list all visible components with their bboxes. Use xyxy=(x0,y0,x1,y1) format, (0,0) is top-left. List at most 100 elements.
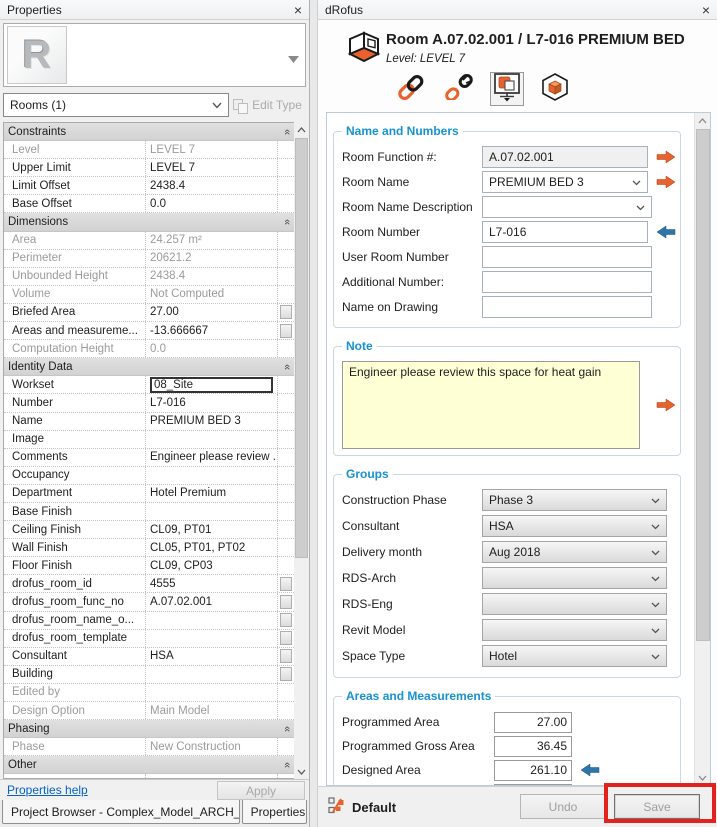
link-button[interactable] xyxy=(394,72,428,106)
tab-project-browser[interactable]: Project Browser - Complex_Model_ARCH_Wi.… xyxy=(2,800,240,824)
property-row: LevelLEVEL 7 xyxy=(4,141,294,159)
property-label: Consultant xyxy=(4,648,146,665)
property-value[interactable]: Hotel Premium xyxy=(146,485,278,502)
associate-parameter-button[interactable] xyxy=(280,324,292,338)
property-value[interactable]: 2438.4 xyxy=(146,177,278,194)
field-dropdown[interactable] xyxy=(482,619,667,641)
associate-parameter-button[interactable] xyxy=(280,613,292,627)
undo-button[interactable]: Undo xyxy=(520,794,606,819)
panel-divider[interactable] xyxy=(311,0,318,827)
property-value[interactable]: 08_Site xyxy=(146,376,278,393)
unlink-button[interactable] xyxy=(442,72,476,106)
property-value[interactable]: CL09, CP03 xyxy=(146,557,278,574)
section-header[interactable]: Phasing « xyxy=(4,720,294,738)
property-value: Not Computed xyxy=(146,286,278,303)
scroll-thumb[interactable] xyxy=(696,129,710,641)
associate-parameter-button[interactable] xyxy=(280,305,292,319)
collapse-icon[interactable]: « xyxy=(281,762,293,768)
scroll-up-icon[interactable] xyxy=(695,113,710,128)
associate-parameter-button[interactable] xyxy=(280,595,292,609)
push-note-arrow-icon[interactable] xyxy=(656,398,676,412)
drofus-scrollbar[interactable] xyxy=(694,113,710,785)
property-label: Building xyxy=(4,666,146,683)
field-number-input[interactable]: 27.00 xyxy=(494,712,572,733)
property-value-selected[interactable]: 08_Site xyxy=(150,377,273,393)
section-title: Phasing xyxy=(8,723,50,735)
scroll-thumb[interactable] xyxy=(295,138,308,558)
field-dropdown[interactable]: Hotel xyxy=(482,645,667,667)
section-header[interactable]: Constraints « xyxy=(4,123,294,141)
push-to-drofus-arrow-icon[interactable] xyxy=(656,175,676,189)
property-value[interactable] xyxy=(146,666,278,683)
type-selector-combo[interactable]: Rooms (1) xyxy=(3,93,229,117)
property-value[interactable]: PREMIUM BED 3 xyxy=(146,413,278,430)
property-value[interactable] xyxy=(146,503,278,520)
collapse-icon[interactable]: « xyxy=(281,219,293,225)
associate-parameter-button[interactable] xyxy=(280,577,292,591)
property-value[interactable]: -13.666667 xyxy=(146,322,278,339)
field-label: Designed Area xyxy=(342,763,494,777)
associate-parameter-button[interactable] xyxy=(280,631,292,645)
model-cube-button[interactable] xyxy=(538,72,572,106)
property-value[interactable]: HSA xyxy=(146,648,278,665)
property-value[interactable] xyxy=(146,630,278,647)
pull-from-revit-arrow-icon[interactable] xyxy=(580,763,600,777)
tab-properties[interactable]: Properties xyxy=(242,800,307,824)
default-config[interactable]: Default xyxy=(328,797,396,817)
collapse-icon[interactable]: « xyxy=(281,364,293,370)
collapse-icon[interactable]: « xyxy=(281,128,293,134)
field-input[interactable] xyxy=(482,296,652,318)
chevron-down-icon xyxy=(651,597,660,611)
properties-help-link[interactable]: Properties help xyxy=(7,783,88,797)
property-value[interactable]: CL09, PT01 xyxy=(146,521,278,538)
property-value[interactable]: A.07.02.001 xyxy=(146,593,278,610)
scroll-up-icon[interactable] xyxy=(294,122,309,137)
field-input[interactable] xyxy=(482,246,652,268)
property-value[interactable] xyxy=(146,431,278,448)
scroll-down-icon[interactable] xyxy=(294,764,309,779)
property-value[interactable] xyxy=(146,467,278,484)
sync-monitor-button[interactable] xyxy=(490,72,524,106)
properties-scrollbar[interactable] xyxy=(294,122,309,779)
apply-button[interactable]: Apply xyxy=(217,781,305,800)
property-value[interactable]: 4555 xyxy=(146,575,278,592)
pull-from-revit-arrow-icon[interactable] xyxy=(656,225,676,239)
field-dropdown[interactable]: Phase 3 xyxy=(482,489,667,511)
section-header[interactable]: Dimensions« xyxy=(4,213,294,231)
push-to-drofus-arrow-icon[interactable] xyxy=(656,150,676,164)
property-value[interactable] xyxy=(146,612,278,629)
associate-parameter-button[interactable] xyxy=(280,667,292,681)
field-input[interactable] xyxy=(482,271,652,293)
field-dropdown[interactable]: Aug 2018 xyxy=(482,541,667,563)
section-header[interactable]: Identity Data« xyxy=(4,358,294,376)
close-icon[interactable]: × xyxy=(294,3,302,17)
field-dropdown[interactable]: HSA xyxy=(482,515,667,537)
property-value[interactable]: 27.00 xyxy=(146,304,278,321)
field-input[interactable]: L7-016 xyxy=(482,221,648,243)
associate-parameter-button[interactable] xyxy=(280,649,292,663)
property-value[interactable]: 0.0 xyxy=(146,195,278,212)
field-number-input[interactable]: 8.00 xyxy=(494,784,572,786)
property-value[interactable]: LEVEL 7 xyxy=(146,159,278,176)
field-dropdown[interactable] xyxy=(482,567,667,589)
field-combobox[interactable] xyxy=(482,196,652,218)
property-value[interactable]: CL05, PT01, PT02 xyxy=(146,539,278,556)
field-number-input[interactable]: 261.10 xyxy=(494,760,572,781)
preview-expand-icon[interactable] xyxy=(288,50,299,68)
chevron-down-icon xyxy=(651,623,660,637)
field-combobox[interactable]: PREMIUM BED 3 xyxy=(482,171,648,193)
note-textarea[interactable]: Engineer please review this space for he… xyxy=(342,361,640,449)
field-value: Hotel xyxy=(489,649,517,663)
field-label: RDS-Arch xyxy=(342,571,482,585)
property-value[interactable]: L7-016 xyxy=(146,394,278,411)
default-label: Default xyxy=(352,800,396,815)
close-icon[interactable]: × xyxy=(702,3,710,17)
collapse-icon[interactable]: « xyxy=(281,726,293,732)
section-header[interactable]: Other« xyxy=(4,756,294,774)
section-title: Constraints xyxy=(8,126,66,138)
edit-type-button[interactable]: Edit Type xyxy=(229,93,306,117)
areas-fields: Programmed Area27.00Programmed Gross Are… xyxy=(342,711,676,785)
field-number-input[interactable]: 36.45 xyxy=(494,736,572,757)
field-dropdown[interactable] xyxy=(482,593,667,615)
property-value[interactable]: Engineer please review ... xyxy=(146,449,278,466)
